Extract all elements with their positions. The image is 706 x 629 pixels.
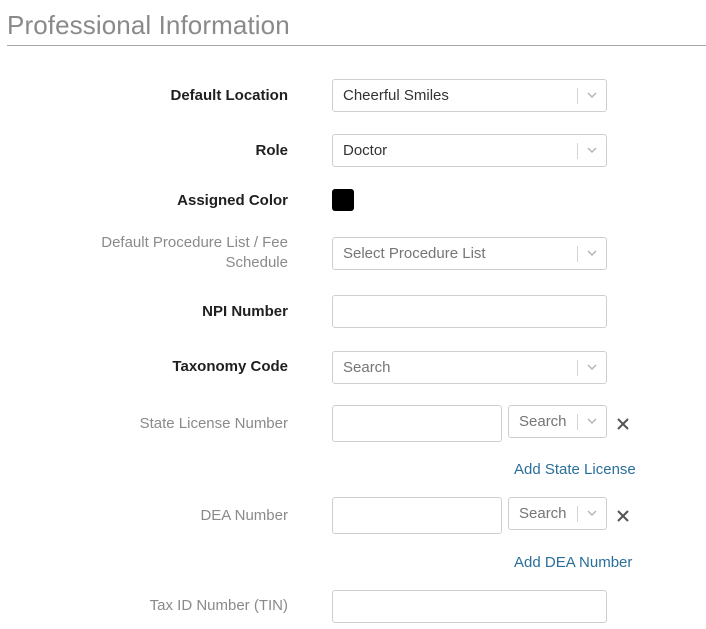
chevron-down-icon[interactable] — [586, 361, 598, 373]
tax-id-label: Tax ID Number (TIN) — [149, 597, 288, 614]
dea-number-label: DEA Number — [200, 507, 288, 524]
select-separator — [577, 360, 578, 376]
default-location-value: Cheerful Smiles — [343, 87, 449, 104]
npi-number-input[interactable] — [332, 295, 607, 328]
chevron-down-icon[interactable] — [586, 415, 598, 427]
procedure-list-label-line2: Schedule — [225, 254, 288, 271]
tax-id-input[interactable] — [332, 590, 607, 623]
npi-number-label: NPI Number — [202, 303, 288, 320]
close-icon[interactable] — [616, 417, 630, 431]
select-separator — [577, 506, 578, 522]
chevron-down-icon[interactable] — [586, 247, 598, 259]
section-divider — [7, 45, 706, 46]
state-license-label: State License Number — [139, 415, 288, 432]
select-separator — [577, 143, 578, 159]
chevron-down-icon[interactable] — [586, 89, 598, 101]
section-title: Professional Information — [7, 10, 290, 40]
state-license-state-select[interactable]: Search — [508, 405, 607, 438]
procedure-list-placeholder: Select Procedure List — [343, 245, 486, 262]
chevron-down-icon[interactable] — [586, 144, 598, 156]
assigned-color-swatch[interactable] — [332, 189, 354, 211]
taxonomy-code-select[interactable]: Search — [332, 351, 607, 384]
state-license-state-placeholder: Search — [519, 413, 567, 430]
add-dea-number-link[interactable]: Add DEA Number — [514, 554, 632, 571]
select-separator — [577, 414, 578, 430]
taxonomy-code-label: Taxonomy Code — [172, 358, 288, 375]
role-select[interactable]: Doctor — [332, 134, 607, 167]
procedure-list-select[interactable]: Select Procedure List — [332, 237, 607, 270]
procedure-list-label-line1: Default Procedure List / Fee — [101, 234, 288, 251]
dea-number-input[interactable] — [332, 497, 502, 534]
procedure-list-label: Default Procedure List / Fee Schedule — [101, 233, 288, 273]
role-label: Role — [255, 142, 288, 159]
chevron-down-icon[interactable] — [586, 507, 598, 519]
state-license-input[interactable] — [332, 405, 502, 442]
select-separator — [577, 246, 578, 262]
add-state-license-link[interactable]: Add State License — [514, 461, 636, 478]
dea-number-state-placeholder: Search — [519, 505, 567, 522]
close-icon[interactable] — [616, 509, 630, 523]
dea-number-state-select[interactable]: Search — [508, 497, 607, 530]
taxonomy-code-placeholder: Search — [343, 359, 391, 376]
role-value: Doctor — [343, 142, 388, 159]
assigned-color-label: Assigned Color — [177, 192, 288, 209]
default-location-select[interactable]: Cheerful Smiles — [332, 79, 607, 112]
select-separator — [577, 88, 578, 104]
default-location-label: Default Location — [170, 87, 288, 104]
